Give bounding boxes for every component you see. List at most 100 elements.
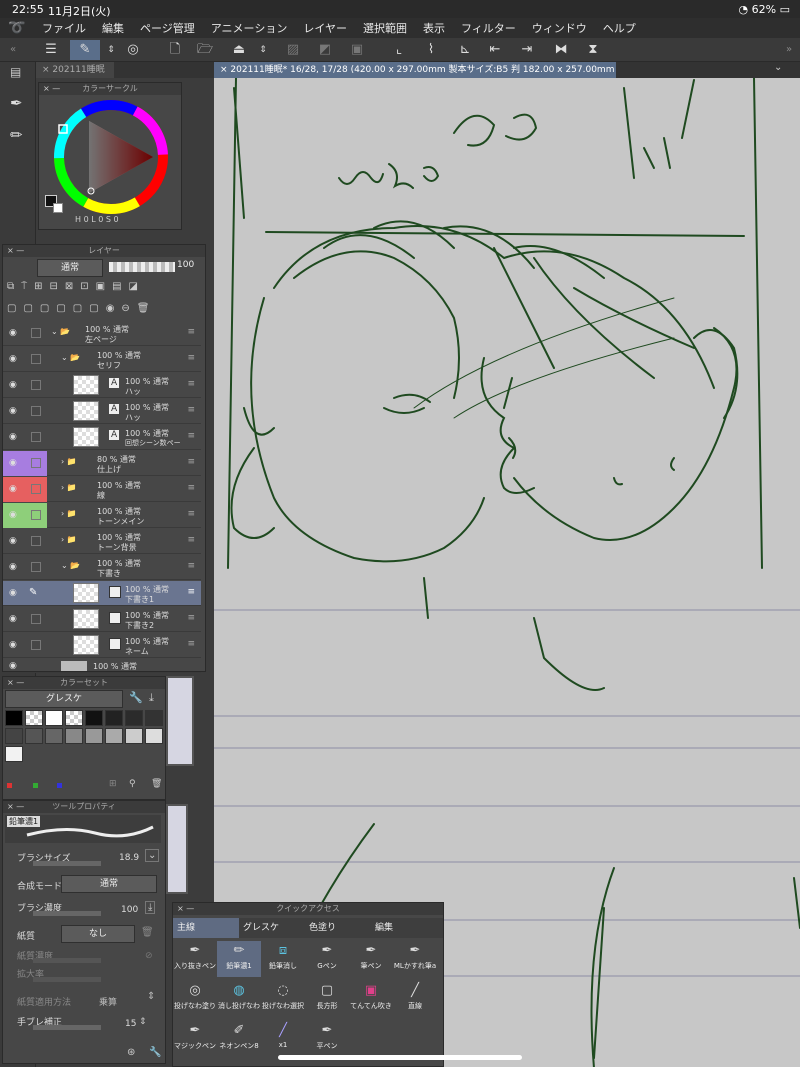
lock-box[interactable] xyxy=(31,484,41,494)
density-value[interactable]: 100 xyxy=(121,905,138,915)
lock-box[interactable] xyxy=(31,510,41,520)
tool-lasso-erase[interactable]: ◍ 消し投げなわ xyxy=(217,981,261,1017)
menu-help[interactable]: ヘルプ xyxy=(595,20,644,36)
tool-pencil-dark[interactable]: ✏ 鉛筆濃1 xyxy=(217,941,261,977)
hue-ring[interactable] xyxy=(51,99,171,217)
menu-layer[interactable]: レイヤー xyxy=(295,20,355,36)
tool-x1[interactable]: ╱ x1 xyxy=(261,1021,305,1057)
lock-box[interactable] xyxy=(31,536,41,546)
layer-row[interactable]: ◉ 100 % 通常 xyxy=(3,659,201,673)
layer-menu-icon[interactable]: ≡ xyxy=(187,483,195,493)
folder-open-icon[interactable]: ⌄ 📂 xyxy=(51,327,70,336)
page-thumbnail[interactable] xyxy=(166,676,194,766)
density-slider[interactable] xyxy=(33,911,101,916)
tool-neon-pen[interactable]: ✐ ネオンペン8 xyxy=(217,1021,261,1057)
scale-slider[interactable] xyxy=(33,977,101,982)
tool-kasure-brush[interactable]: ✒ MLかすれ筆a xyxy=(393,941,437,977)
eye-icon[interactable]: ◉ xyxy=(9,510,21,520)
menu-view[interactable]: 表示 xyxy=(415,20,453,36)
menu-filter[interactable]: フィルター xyxy=(453,20,524,36)
tool-irinuki-pen[interactable]: ✒ 入り抜きペン xyxy=(173,941,217,977)
chevron-updown-icon[interactable]: ⇕ xyxy=(139,1017,147,1027)
color-set-select[interactable]: グレスケ xyxy=(5,690,123,708)
eyedropper-icon[interactable]: ⚲ xyxy=(129,779,136,789)
eye-icon[interactable]: ◉ xyxy=(9,432,21,442)
folder-closed-icon[interactable]: › 📁 xyxy=(61,457,77,466)
layer-menu-icon[interactable]: ≡ xyxy=(187,535,195,545)
lock-box[interactable] xyxy=(31,614,41,624)
layer-row[interactable]: ◉ ⌄ 📂 100 % 通常 左ページ ≡ xyxy=(3,321,201,346)
wrench-icon[interactable]: 🔧 xyxy=(149,1047,161,1058)
undo-icon[interactable]: ⇤ xyxy=(484,40,506,60)
pen-tool-icon[interactable]: ✒ xyxy=(10,94,23,112)
folder-closed-icon[interactable]: › 📁 xyxy=(61,483,77,492)
eye-icon[interactable]: ◉ xyxy=(9,640,21,650)
layer-row[interactable]: ◉ A 100 % 通常 回想シーン数ペー ≡ xyxy=(3,425,201,450)
paper-density-icon[interactable]: ⊘ xyxy=(145,951,153,961)
swatch[interactable] xyxy=(65,710,83,726)
doc-tab[interactable]: × 202111睡眠* 16/28, 17/28 (420.00 x 297.0… xyxy=(214,62,616,78)
add-color-icon[interactable]: ⊞ xyxy=(109,779,117,789)
chevron-down-icon[interactable]: ⌄ xyxy=(774,62,782,73)
swatch[interactable] xyxy=(25,710,43,726)
perspective-ruler-icon[interactable]: ⊾ xyxy=(454,40,476,60)
layer-row[interactable]: ◉ A 100 % 通常 ハッ ≡ xyxy=(3,373,201,398)
tab-main-line[interactable]: 主線 xyxy=(173,918,239,938)
paper-clear-icon[interactable]: 🗑 xyxy=(141,927,154,938)
close-icon[interactable]: × — xyxy=(7,245,24,257)
home-indicator[interactable] xyxy=(278,1055,522,1060)
eye-icon[interactable]: ◉ xyxy=(9,380,21,390)
tab-coloring[interactable]: 色塗り xyxy=(305,918,371,938)
settings-icon[interactable]: ⊛ xyxy=(127,1047,135,1058)
layer-blend-mode-select[interactable]: 通常 xyxy=(37,259,103,277)
swatch[interactable] xyxy=(125,710,143,726)
flip-vertical-icon[interactable]: ⧗ xyxy=(582,40,604,60)
tool-rectangle[interactable]: ▢ 長方形 xyxy=(305,981,349,1017)
layer-menu-icon[interactable]: ≡ xyxy=(187,509,195,519)
tool-magic-pen[interactable]: ✒ マジックペン xyxy=(173,1021,217,1057)
opacity-slider[interactable] xyxy=(109,262,175,272)
layer-menu-icon[interactable]: ≡ xyxy=(187,405,195,415)
import-icon[interactable]: ⤓ xyxy=(149,691,154,705)
sidebar-toggle-icon[interactable]: ▤ xyxy=(10,65,21,79)
close-icon[interactable]: × — xyxy=(177,903,194,915)
edit-mode-icon[interactable]: ✎ xyxy=(70,40,100,60)
brush-size-value[interactable]: 18.9 xyxy=(119,853,139,863)
layer-link-icon[interactable]: ◎ xyxy=(122,40,144,60)
layer-menu-icon[interactable]: ≡ xyxy=(187,561,195,571)
brush-icon[interactable]: ⌇ xyxy=(420,40,442,60)
layer-menu-icon[interactable]: ≡ xyxy=(187,327,195,337)
swatch[interactable] xyxy=(5,746,23,762)
lock-box[interactable] xyxy=(31,458,41,468)
swatch[interactable] xyxy=(45,728,63,744)
folder-closed-icon[interactable]: › 📁 xyxy=(61,535,77,544)
paper-apply-value[interactable]: 乗算 xyxy=(99,995,117,1008)
menu-icon[interactable]: ☰ xyxy=(40,40,62,60)
lock-box[interactable] xyxy=(31,354,41,364)
chevron-updown-icon[interactable]: ⇕ xyxy=(147,991,155,1002)
menu-file[interactable]: ファイル xyxy=(34,20,94,36)
layer-row[interactable]: ◉ ⌄ 📂 100 % 通常 セリフ ≡ xyxy=(3,347,201,372)
swatch[interactable] xyxy=(5,728,23,744)
swatch[interactable] xyxy=(5,710,23,726)
layer-row[interactable]: ◉ 100 % 通常 下書き2 ≡ xyxy=(3,607,201,632)
swatch[interactable] xyxy=(105,728,123,744)
eye-icon[interactable]: ◉ xyxy=(9,354,21,364)
open-folder-icon[interactable]: 🗁 xyxy=(194,40,216,60)
layer-row-selected[interactable]: ◉ ✎ 100 % 通常 下書き1 ≡ xyxy=(3,581,201,606)
brush-size-dropdown-icon[interactable]: ⌄ xyxy=(145,849,160,862)
eye-icon[interactable]: ◉ xyxy=(9,484,21,494)
eye-icon[interactable]: ◉ xyxy=(9,661,21,671)
paper-select[interactable]: なし xyxy=(61,925,135,943)
tool-dot-spray[interactable]: ▣ てんてん吹き xyxy=(349,981,393,1017)
lock-box[interactable] xyxy=(31,640,41,650)
swatch[interactable] xyxy=(85,728,103,744)
flip-horizontal-icon[interactable]: ⧓ xyxy=(550,40,572,60)
menu-edit[interactable]: 編集 xyxy=(94,20,132,36)
lock-box[interactable] xyxy=(31,406,41,416)
new-file-icon[interactable]: 🗋 xyxy=(164,40,186,60)
brush-size-slider[interactable] xyxy=(33,861,101,866)
folder-open-icon[interactable]: ⌄ 📂 xyxy=(61,353,80,362)
swatch[interactable] xyxy=(145,728,163,744)
layer-row[interactable]: ◉ › 📁 100 % 通常線 ≡ xyxy=(3,477,201,502)
